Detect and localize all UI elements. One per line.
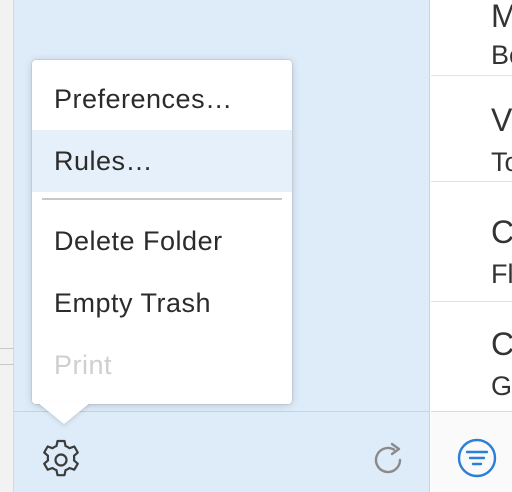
gear-icon bbox=[43, 439, 79, 477]
divider bbox=[0, 348, 14, 349]
message-subject: To bbox=[491, 147, 512, 177]
menu-item-label: Empty Trash bbox=[54, 287, 212, 318]
message-subject: Bo bbox=[491, 40, 512, 70]
refresh-icon bbox=[374, 442, 402, 474]
menu-item-print: Print bbox=[32, 334, 292, 396]
filter-button[interactable] bbox=[455, 436, 499, 480]
menu-item-preferences[interactable]: Preferences… bbox=[32, 68, 292, 130]
menu-item-empty-trash[interactable]: Empty Trash bbox=[32, 272, 292, 334]
menu-item-label: Print bbox=[54, 349, 113, 380]
message-sender: M bbox=[491, 0, 512, 35]
message-sender: C bbox=[491, 214, 512, 250]
menu-item-rules[interactable]: Rules… bbox=[32, 130, 292, 192]
message-sender: V bbox=[491, 102, 512, 138]
message-list: M Bo V To C Fl C G bbox=[431, 0, 512, 492]
menu-item-delete-folder[interactable]: Delete Folder bbox=[32, 210, 292, 272]
list-item[interactable]: M Bo bbox=[431, 0, 512, 76]
menu-pointer-arrow bbox=[37, 402, 91, 424]
menu-item-label: Preferences… bbox=[54, 83, 233, 114]
list-item[interactable]: C G bbox=[431, 302, 512, 408]
message-subject: Fl bbox=[491, 259, 512, 289]
list-item[interactable]: C Fl bbox=[431, 196, 512, 302]
message-sender: C bbox=[491, 326, 512, 362]
list-item[interactable]: V To bbox=[431, 76, 512, 182]
left-edge-strip bbox=[0, 0, 14, 492]
divider bbox=[0, 364, 14, 365]
menu-separator bbox=[42, 198, 282, 200]
refresh-button[interactable] bbox=[364, 435, 414, 485]
settings-popup-menu: Preferences… Rules… Delete Folder Empty … bbox=[32, 60, 292, 404]
menu-item-label: Delete Folder bbox=[54, 225, 223, 256]
menu-item-label: Rules… bbox=[54, 145, 154, 176]
filter-icon bbox=[457, 438, 497, 478]
settings-button[interactable] bbox=[36, 435, 86, 485]
message-list-toolbar bbox=[431, 411, 512, 492]
message-subject: G bbox=[491, 371, 512, 401]
